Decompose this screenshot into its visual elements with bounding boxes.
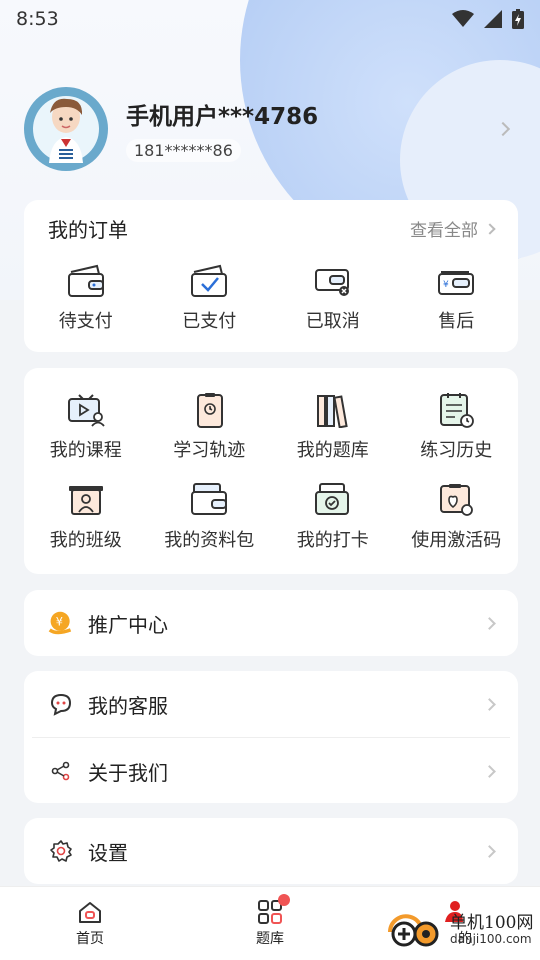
status-time: 8:53 [16, 8, 59, 30]
tool-learning-track-label: 学习轨迹 [173, 440, 246, 461]
customer-service-row[interactable]: 我的客服 [24, 671, 518, 737]
course-video-icon [66, 390, 106, 430]
after-sales-icon: ¥ [436, 261, 476, 301]
order-cancelled-label: 已取消 [305, 311, 360, 332]
tool-question-bank[interactable]: 我的题库 [271, 390, 395, 462]
tab-question-bank[interactable]: 题库 [210, 893, 330, 948]
coin-icon: ¥ [48, 610, 74, 636]
wifi-icon [452, 10, 474, 27]
status-bar: 8:53 [0, 0, 540, 38]
question-bank-icon [313, 390, 353, 430]
chevron-right-icon[interactable] [495, 121, 511, 137]
watermark: 单机100网 danji100.com [384, 906, 534, 956]
tool-learning-track[interactable]: 学习轨迹 [148, 390, 272, 462]
customer-service-label: 我的客服 [88, 693, 168, 718]
tab-home[interactable]: 首页 [30, 900, 150, 948]
order-after-sales[interactable]: ¥ 售后 [395, 261, 519, 333]
tool-check-in-label: 我的打卡 [296, 530, 369, 551]
tool-my-class[interactable]: 我的班级 [24, 480, 148, 552]
tool-materials-package-label: 我的资料包 [164, 530, 255, 551]
check-in-icon [313, 480, 353, 520]
about-us-row[interactable]: 关于我们 [24, 738, 518, 804]
signal-icon [484, 10, 502, 28]
promo-card: ¥ 推广中心 [24, 590, 518, 656]
boy-avatar-icon [49, 98, 83, 163]
notification-dot [278, 893, 290, 906]
settings-row[interactable]: 设置 [24, 818, 518, 884]
promo-center-row[interactable]: ¥ 推广中心 [24, 590, 518, 656]
view-all-link[interactable]: 查看全部 [410, 216, 496, 241]
tool-question-bank-label: 我的题库 [296, 440, 369, 461]
order-paid-label: 已支付 [182, 311, 237, 332]
wallet-cancelled-icon [313, 261, 353, 301]
svg-text:¥: ¥ [56, 616, 63, 629]
activation-code-icon [436, 480, 476, 520]
wallet-pending-icon [66, 261, 106, 301]
watermark-logo-icon [388, 914, 439, 947]
gear-icon [48, 838, 74, 864]
order-after-sales-label: 售后 [438, 311, 475, 332]
chevron-right-icon [483, 616, 496, 630]
tool-check-in[interactable]: 我的打卡 [271, 480, 395, 552]
username: 手机用户***4786 [126, 103, 319, 130]
tool-my-courses-label: 我的课程 [49, 440, 122, 461]
practice-history-icon [436, 390, 476, 430]
tool-practice-history-label: 练习历史 [420, 440, 493, 461]
settings-label: 设置 [88, 840, 128, 865]
chevron-right-icon [484, 222, 496, 235]
tool-practice-history[interactable]: 练习历史 [395, 390, 519, 462]
order-cancelled[interactable]: 已取消 [271, 261, 395, 333]
wallet-paid-icon [189, 261, 229, 301]
chat-icon [48, 691, 74, 717]
watermark-url: danji100.com [450, 932, 532, 946]
about-us-label: 关于我们 [88, 760, 168, 785]
chevron-right-icon [483, 764, 496, 778]
tab-question-bank-label: 题库 [256, 930, 284, 947]
order-pending[interactable]: 待支付 [24, 261, 148, 333]
learning-track-icon [189, 390, 229, 430]
avatar[interactable] [24, 87, 108, 171]
service-card: 我的客服 关于我们 [24, 671, 518, 803]
chevron-right-icon [483, 697, 496, 711]
phone-number: 181******86 [126, 138, 241, 162]
battery-icon [512, 9, 524, 29]
home-icon [79, 901, 101, 923]
tools-card: 我的课程 学习轨迹 我的题库 练习历史 我的班级 我的资料包 我的打卡 使用激活… [24, 368, 518, 574]
profile-header[interactable]: 手机用户***4786 181******86 [24, 86, 516, 172]
promo-center-label: 推广中心 [88, 612, 168, 637]
materials-package-icon [189, 480, 229, 520]
share-icon [48, 758, 74, 784]
tool-my-courses[interactable]: 我的课程 [24, 390, 148, 462]
svg-text:¥: ¥ [443, 280, 449, 290]
class-icon [66, 480, 106, 520]
view-all-label: 查看全部 [410, 221, 478, 241]
order-pending-label: 待支付 [58, 311, 113, 332]
settings-card: 设置 [24, 818, 518, 884]
watermark-title: 单机100网 [450, 913, 534, 933]
tab-home-label: 首页 [76, 930, 104, 947]
tool-my-class-label: 我的班级 [49, 530, 122, 551]
tool-activation-code-label: 使用激活码 [411, 530, 502, 551]
orders-card: 我的订单 查看全部 待支付 已支付 已取消 ¥ 售后 [24, 200, 518, 352]
chevron-right-icon [483, 844, 496, 858]
order-paid[interactable]: 已支付 [148, 261, 272, 333]
tool-activation-code[interactable]: 使用激活码 [395, 480, 519, 552]
tool-materials-package[interactable]: 我的资料包 [148, 480, 272, 552]
orders-title: 我的订单 [48, 218, 128, 242]
